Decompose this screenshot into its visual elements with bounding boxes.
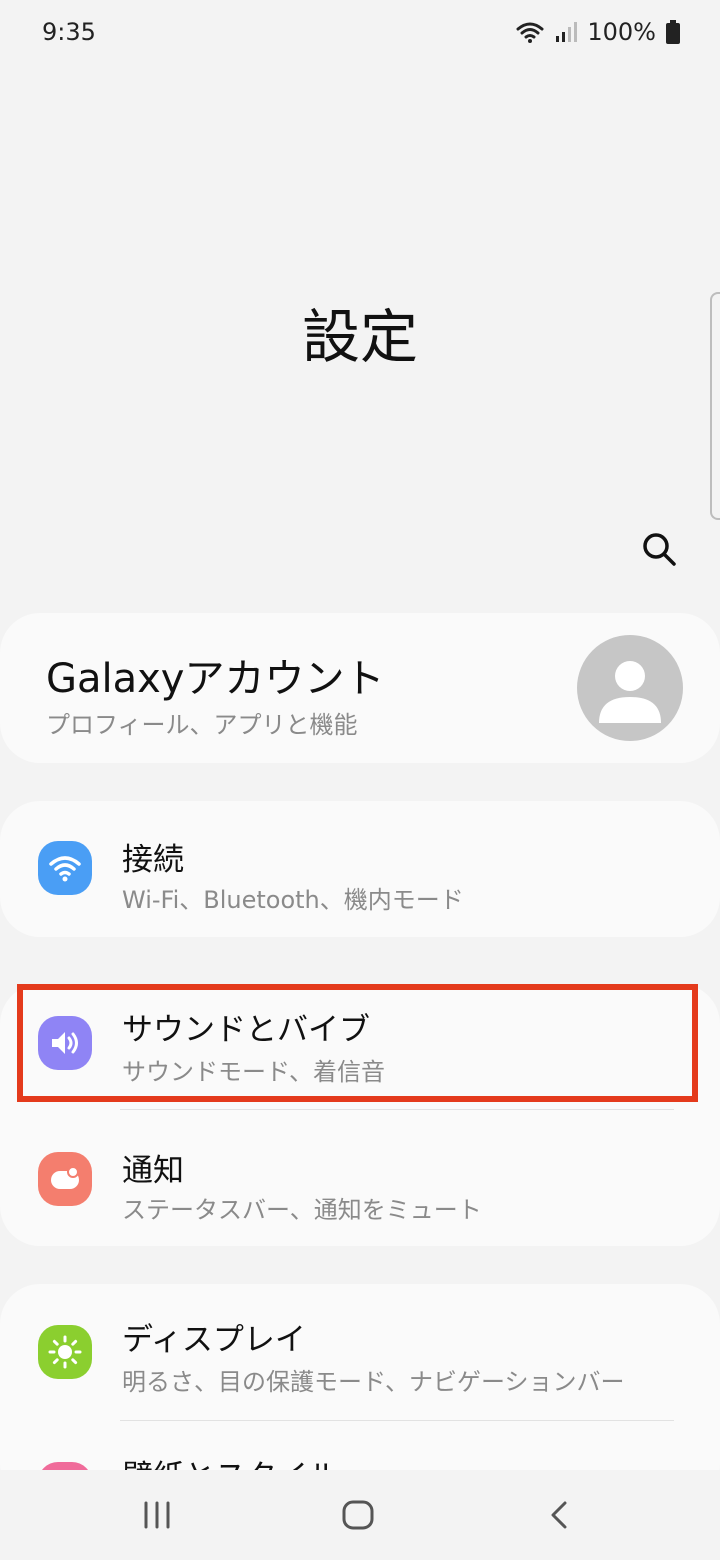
search-button[interactable] xyxy=(636,528,682,574)
navigation-bar xyxy=(0,1470,720,1560)
brightness-icon xyxy=(38,1325,92,1379)
recents-icon xyxy=(144,1501,170,1529)
home-button[interactable] xyxy=(333,1490,383,1540)
wifi-icon xyxy=(38,841,92,895)
battery-percent: 100% xyxy=(587,18,656,46)
back-button[interactable] xyxy=(535,1490,585,1540)
setting-item-notifications[interactable]: 通知 ステータスバー、通知をミュート xyxy=(0,1110,720,1246)
item-title: 壁紙とスタイル xyxy=(122,1451,339,1471)
recents-button[interactable] xyxy=(132,1490,182,1540)
account-subtitle: プロフィール、アプリと機能 xyxy=(46,711,358,739)
item-subtitle: ステータスバー、通知をミュート xyxy=(122,1196,482,1224)
scroll-indicator[interactable] xyxy=(710,292,720,520)
item-subtitle: 明るさ、目の保護モード、ナビゲーションバー xyxy=(122,1368,625,1396)
status-time: 9:35 xyxy=(42,18,96,46)
setting-item-connections[interactable]: 接続 Wi-Fi、Bluetooth、機内モード xyxy=(0,801,720,937)
item-subtitle: Wi-Fi、Bluetooth、機内モード xyxy=(122,886,464,914)
signal-icon xyxy=(555,21,578,43)
highlight-box xyxy=(17,984,698,1102)
status-icons: 100% xyxy=(515,18,680,46)
avatar-icon xyxy=(599,661,661,723)
wifi-status-icon xyxy=(515,20,545,44)
setting-item-wallpaper[interactable]: 壁紙とスタイル xyxy=(0,1421,720,1471)
avatar[interactable] xyxy=(577,635,683,741)
search-icon xyxy=(641,531,677,571)
page-title: 設定 xyxy=(301,303,418,371)
item-title: 接続 xyxy=(122,842,184,878)
item-title: 通知 xyxy=(122,1153,184,1189)
item-title: ディスプレイ xyxy=(122,1322,306,1358)
setting-item-display[interactable]: ディスプレイ 明るさ、目の保護モード、ナビゲーションバー xyxy=(0,1284,720,1420)
back-icon xyxy=(551,1501,567,1529)
battery-icon xyxy=(666,20,680,44)
notification-icon xyxy=(38,1152,92,1206)
status-bar: 9:35 100% xyxy=(0,0,720,70)
account-title: Galaxyアカウント xyxy=(46,656,385,702)
home-icon xyxy=(342,1500,374,1530)
